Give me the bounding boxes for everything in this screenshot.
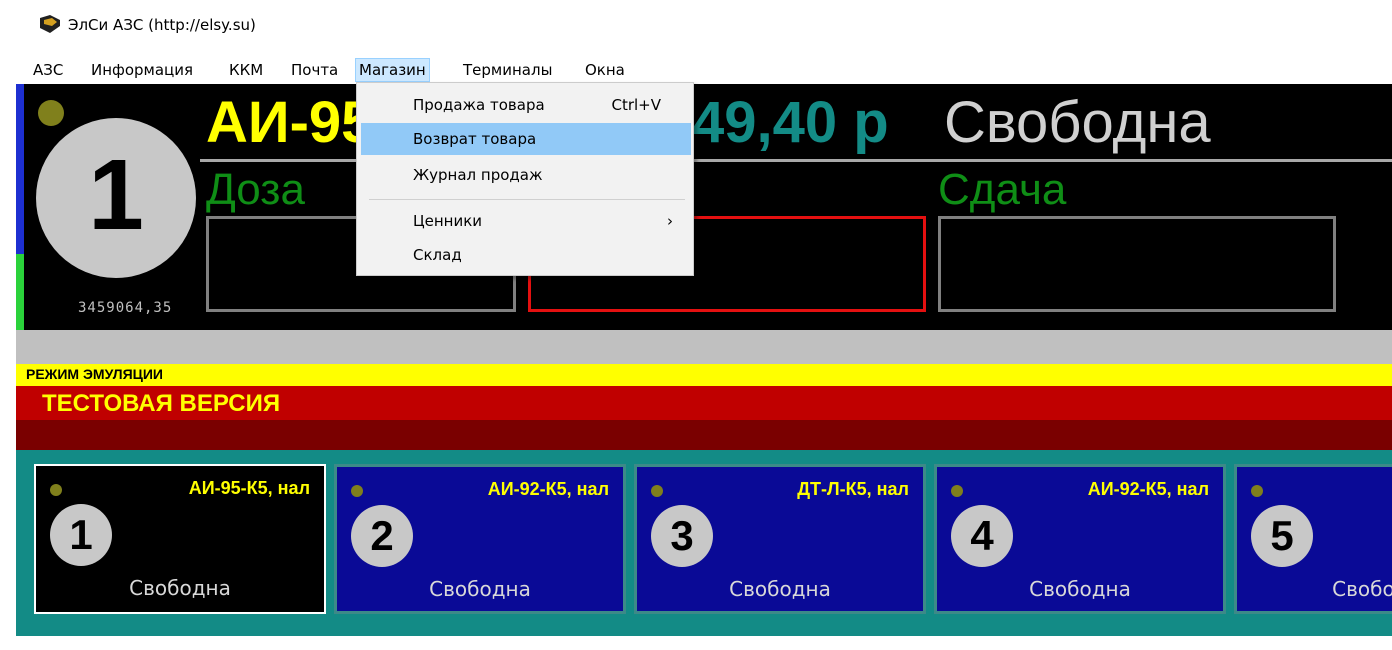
menu-item-label: Склад [413,246,462,264]
menu-windows[interactable]: Окна [582,58,628,82]
menu-information[interactable]: Информация [88,58,196,82]
menu-shop[interactable]: Магазин [355,58,430,82]
pump-card-fuel: АИ-95-К5, нал [188,478,310,498]
change-label: Сдача [938,165,1067,214]
menu-item-sales-journal[interactable]: Журнал продаж [361,159,691,191]
pump-card-4[interactable]: АИ-92-К5, нал 4 Свободна [934,464,1226,614]
window-edge [0,84,10,644]
pump-number: 1 [88,139,144,251]
pump-card-indicator [651,485,663,497]
pump-card-fuel: ДТ-Л-К5, нал [797,479,909,499]
menu-terminals[interactable]: Терминалы [460,58,555,82]
menu-item-shortcut: Ctrl+V [611,96,661,114]
window-title: ЭлСи АЗС (http://elsy.su) [68,16,256,34]
pump-card-number: 3 [670,512,694,559]
menu-azs[interactable]: АЗС [30,58,66,82]
pump-card-indicator [951,485,963,497]
dark-red-band [16,420,1392,450]
pump-card-status: Свободна [729,577,831,601]
pump-status: Свободна [944,90,1211,155]
test-version-text: ТЕСТОВАЯ ВЕРСИЯ [42,390,281,417]
menu-separator [369,199,685,200]
menu-item-label: Ценники [413,212,483,230]
pump-card-status: Свободна [1029,577,1131,601]
emulation-text: РЕЖИМ ЭМУЛЯЦИИ [26,366,163,382]
menu-item-label: Продажа товара [413,96,545,114]
dose-label: Доза [206,165,305,214]
pump-price: 49,40 р [692,90,889,155]
pump-card-fuel: АИ-92-К5, нал [1087,479,1209,499]
menu-item-price-tags[interactable]: Ценники › [361,205,691,237]
emulation-banner [16,364,1392,386]
pump-card-number: 1 [69,511,93,558]
bottom-margin [16,636,1392,650]
pump-card-number: 2 [370,512,394,559]
app-logo-icon [40,15,60,33]
status-strip-green [16,254,24,330]
pump-card-indicator [351,485,363,497]
chevron-right-icon: › [667,212,673,230]
menu-item-label: Возврат товара [413,130,537,148]
pump-card-number: 4 [970,512,994,559]
pump-card-status: Свободна [129,576,231,600]
menu-item-sell-goods[interactable]: Продажа товара Ctrl+V [361,89,691,121]
gray-band [16,330,1392,364]
pump-card-status: Свободна [429,577,531,601]
menu-mail[interactable]: Почта [288,58,341,82]
change-field[interactable] [938,216,1336,312]
menu-item-return-goods[interactable]: Возврат товара [361,123,691,155]
pump-fuel-name: АИ-95 [206,90,374,155]
menu-bar: АЗС Информация ККМ Почта Магазин Термина… [0,52,1392,84]
menu-kkm[interactable]: ККМ [226,58,266,82]
menu-item-label: Журнал продаж [413,166,543,184]
pump-card-3[interactable]: ДТ-Л-К5, нал 3 Свободна [634,464,926,614]
pump-card-indicator [1251,485,1263,497]
pump-card-indicator [50,484,62,496]
status-strip-blue [16,84,24,254]
shop-dropdown-menu: Продажа товара Ctrl+V Возврат товара Жур… [356,82,694,276]
pump-counter: 3459064,35 [78,300,173,316]
pump-card-5[interactable]: 5 Свободна [1234,464,1392,614]
pump-card-status: Свободна [1332,577,1392,601]
pump-card-1[interactable]: АИ-95-К5, нал 1 Свободна [34,464,326,614]
menu-item-warehouse[interactable]: Склад [361,239,691,271]
pump-card-2[interactable]: АИ-92-К5, нал 2 Свободна [334,464,626,614]
pump-card-number: 5 [1270,512,1294,559]
pump-card-fuel: АИ-92-К5, нал [487,479,609,499]
pump-status-indicator [38,100,64,126]
